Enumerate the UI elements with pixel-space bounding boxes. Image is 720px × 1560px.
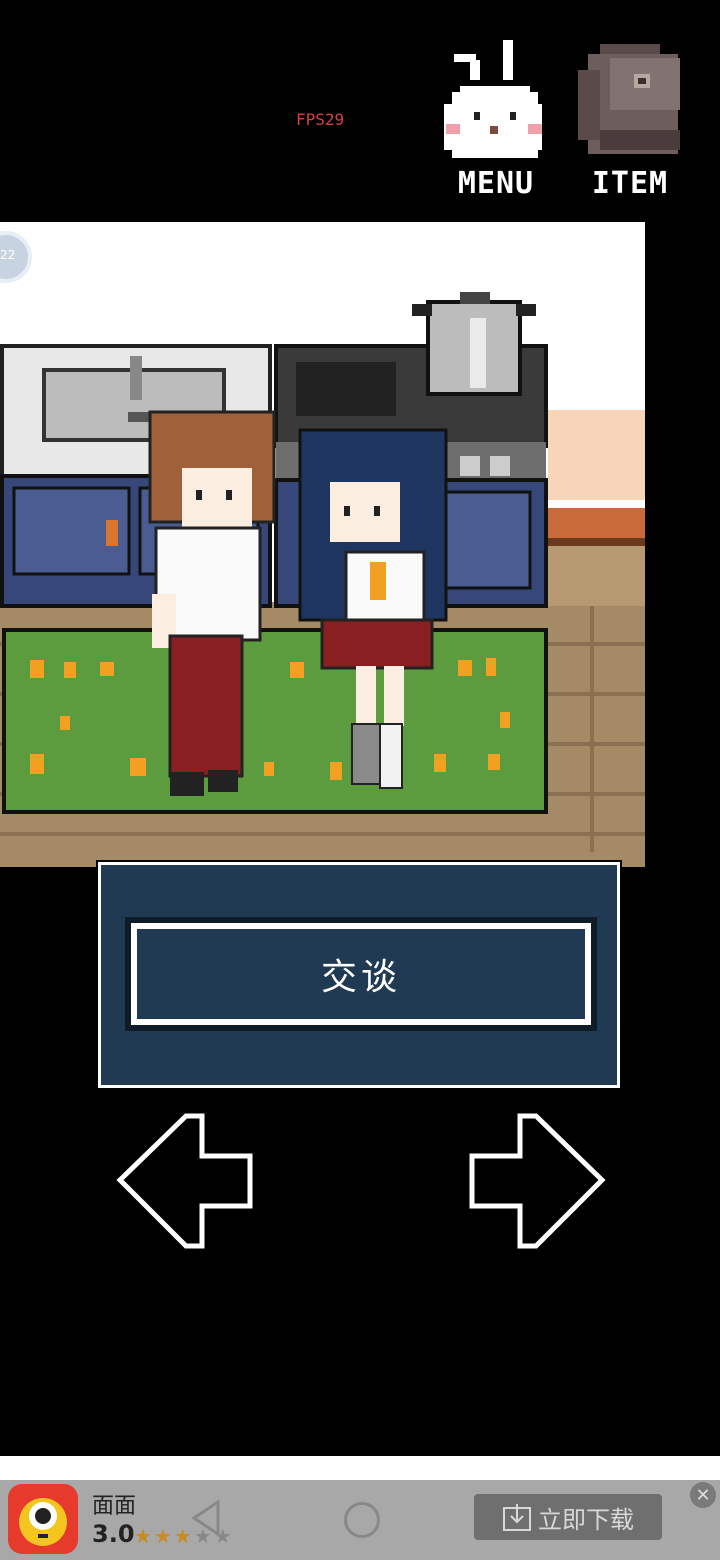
ad-app-icon[interactable] [8,1484,78,1554]
star-icon: ★ [134,1524,154,1548]
game-scene: 22 [0,222,645,867]
game-screen: FPS29 MENU ITEM 22 交谈 面面 3.0 ★★★★★ 立即下载 … [0,0,720,1560]
action-dialog: 交谈 [96,860,622,1090]
menu-label: MENU [457,166,535,201]
close-icon[interactable]: ✕ [690,1482,716,1508]
star-icon: ★ [153,1524,174,1548]
kitchen-scene [0,222,645,867]
menu-button[interactable]: MENU [440,40,552,205]
item-label: ITEM [591,166,669,201]
download-label: 立即下载 [538,1505,634,1534]
talk-button[interactable]: 交谈 [125,917,597,1031]
download-button[interactable]: 立即下载 [474,1494,662,1540]
scene-badge-text: 22 [0,248,16,262]
nav-back-icon[interactable] [190,1500,222,1536]
nav-home-icon[interactable] [344,1502,380,1538]
backpack-icon [578,44,680,154]
ad-top-border [0,1456,720,1480]
item-button[interactable]: ITEM [570,40,690,205]
ad-rating-value: 3.0 [92,1520,135,1548]
one-eyed-monster-icon [19,1498,67,1546]
download-icon [503,1504,531,1531]
fps-counter: FPS29 [296,110,345,129]
ad-app-name: 面面 [92,1494,137,1519]
rabbit-icon [444,40,542,158]
left-arrow-icon[interactable] [116,1112,256,1252]
right-arrow-icon[interactable] [466,1112,606,1252]
ad-banner[interactable]: 面面 3.0 ★★★★★ 立即下载 ✕ [0,1480,720,1560]
